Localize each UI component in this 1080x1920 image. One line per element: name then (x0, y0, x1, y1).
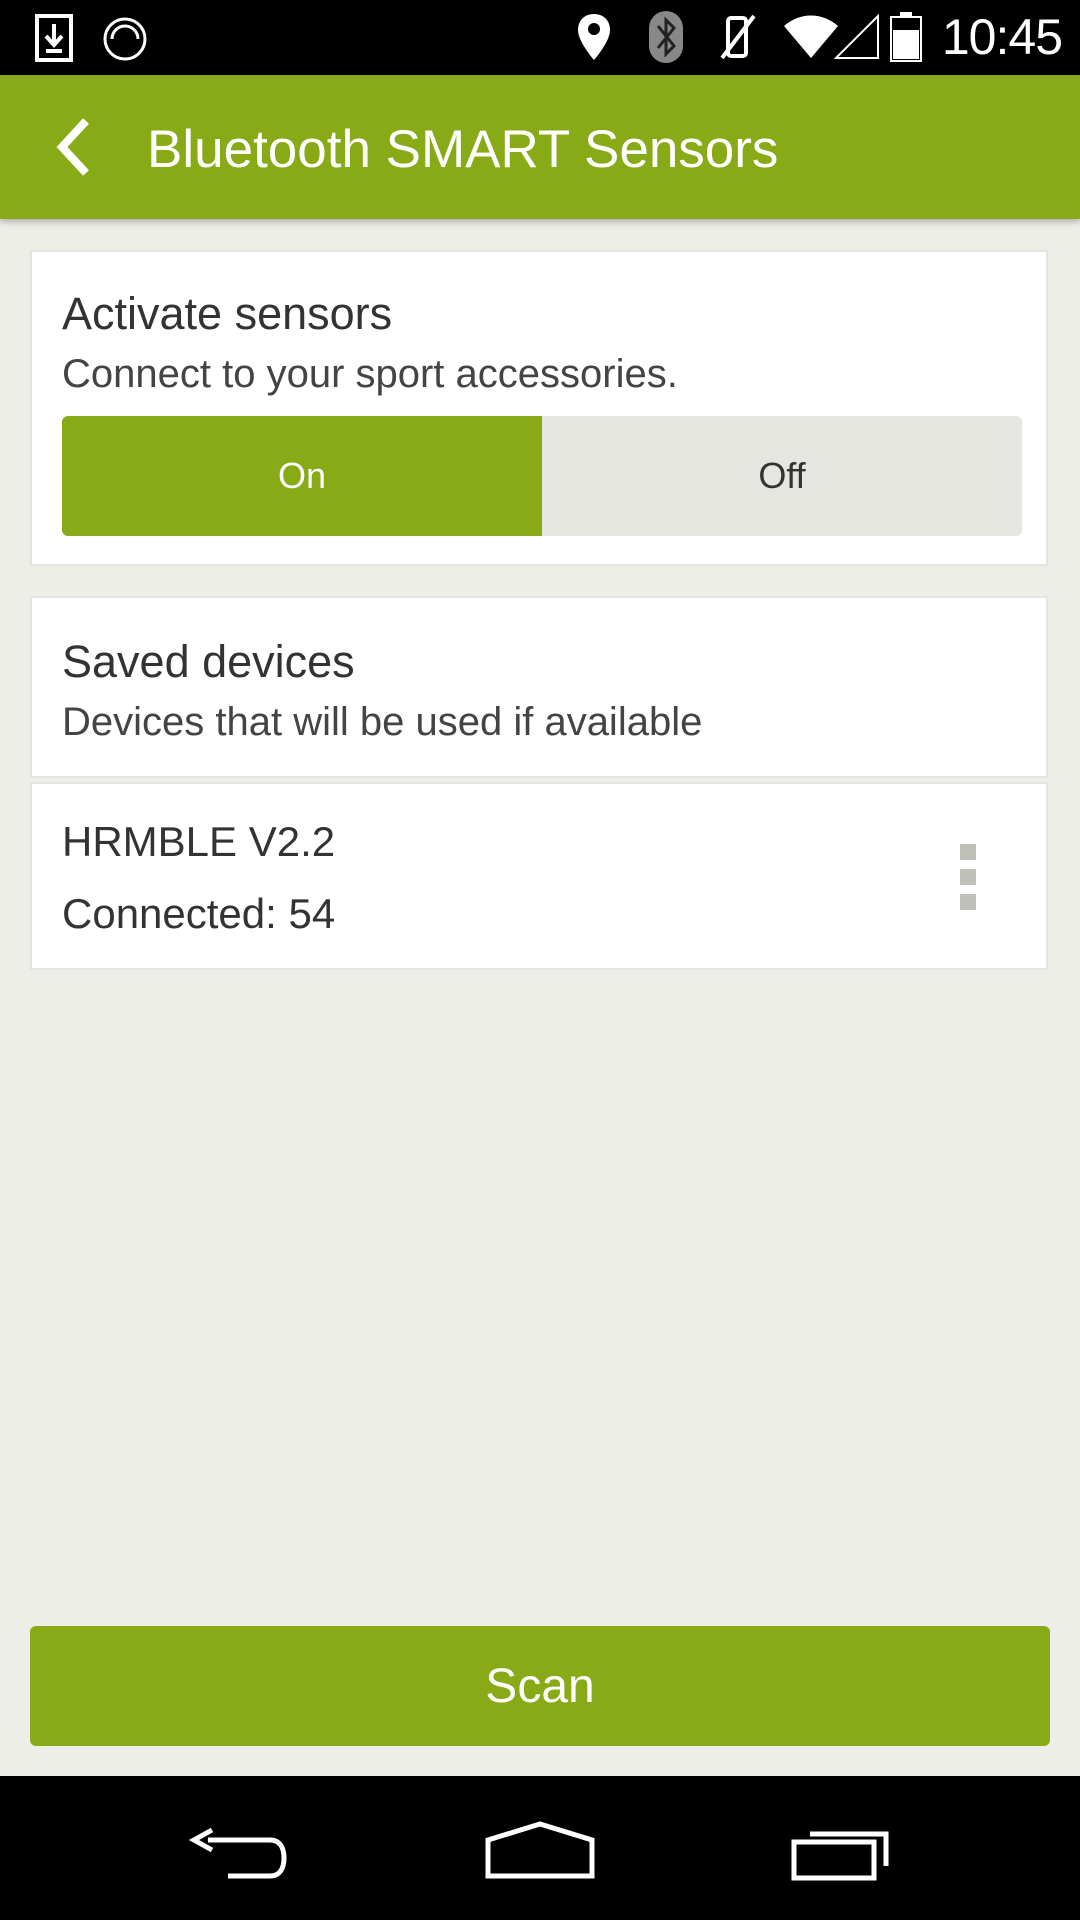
location-icon (578, 14, 610, 60)
page-title: Bluetooth SMART Sensors (147, 120, 779, 179)
recents-nav-icon[interactable] (790, 1824, 894, 1882)
home-nav-icon[interactable] (484, 1820, 596, 1880)
sensors-toggle[interactable]: On Off (62, 416, 1022, 536)
navigation-bar (0, 1776, 1080, 1920)
wifi-icon (784, 15, 838, 58)
activate-sensors-title: Activate sensors (62, 288, 393, 339)
app-bar: Bluetooth SMART Sensors (0, 75, 1080, 219)
saved-devices-header: Saved devices Devices that will be used … (30, 596, 1048, 778)
chevron-left-icon[interactable] (50, 115, 96, 179)
activate-sensors-card: Activate sensors Connect to your sport a… (30, 250, 1048, 566)
toggle-on-button[interactable]: On (62, 416, 542, 536)
toggle-off-button[interactable]: Off (542, 416, 1022, 536)
overflow-menu-icon[interactable] (960, 844, 976, 910)
device-name: HRMBLE V2.2 (62, 818, 336, 865)
battery-icon (890, 12, 922, 62)
signal-icon (834, 14, 879, 59)
download-icon (35, 14, 73, 62)
activate-sensors-subtitle: Connect to your sport accessories. (62, 352, 678, 396)
device-list-item[interactable]: HRMBLE V2.2 Connected: 54 (30, 782, 1048, 970)
status-time: 10:45 (941, 9, 1063, 65)
scan-button[interactable]: Scan (30, 1626, 1050, 1746)
vibrate-off-icon (720, 14, 756, 60)
status-bar: 10:45 (0, 0, 1080, 75)
back-nav-icon[interactable] (188, 1826, 290, 1882)
saved-devices-subtitle: Devices that will be used if available (62, 700, 703, 744)
device-status: Connected: 54 (62, 890, 336, 937)
bluetooth-icon (649, 11, 683, 63)
saved-devices-title: Saved devices (62, 636, 355, 687)
sync-icon (103, 17, 147, 61)
